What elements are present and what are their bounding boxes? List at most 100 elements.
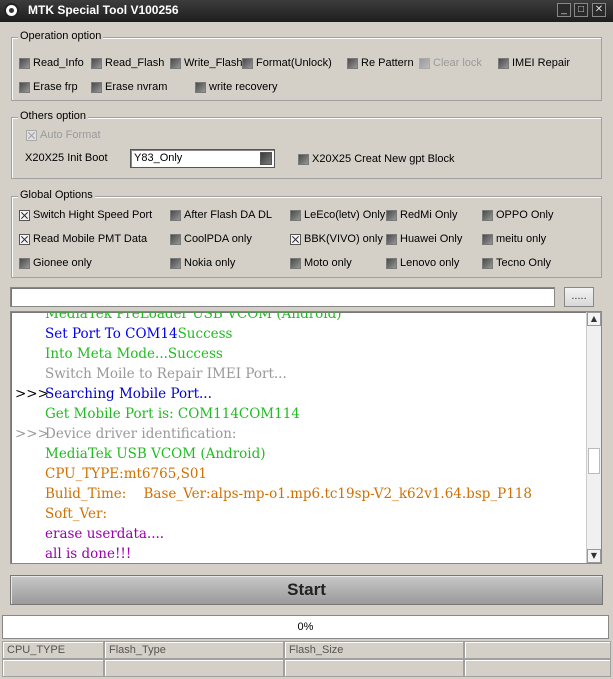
option-auto-format: Auto Format [26,128,101,142]
gionee-only-checkbox[interactable] [19,257,30,269]
option-re-pattern-lock[interactable]: Re Pattern lo [347,56,417,70]
log-text: CPU_TYPE:mt6765,S01 [45,466,208,482]
option-read-flash[interactable]: Read_Flash [91,56,164,70]
log-text: MediaTek USB VCOM (Android) [45,446,266,462]
scroll-thumb[interactable] [588,448,600,474]
redmi-only-checkbox[interactable] [386,209,397,221]
browse-button[interactable]: ..... [564,287,594,307]
option-label: Erase nvram [105,81,168,93]
option-label: Huawei Only [400,233,463,245]
option-label: Clear lock [433,57,482,69]
option-read-info[interactable]: Read_Info [19,56,84,70]
option-label: Write_Flash [184,57,243,69]
scroll-up-arrow-icon[interactable]: ▲ [587,312,601,326]
log-line: >>>Device driver identification: [15,424,237,444]
start-button[interactable]: Start [10,575,603,605]
meitu-only-checkbox[interactable] [482,233,493,245]
log-line: Soft_Ver: [15,504,107,524]
re-pattern-lock-checkbox[interactable] [347,57,358,69]
creat-gpt-checkbox[interactable] [298,153,309,165]
option-meitu-only[interactable]: meitu only [482,232,546,246]
after-flash-da-dl-checkbox[interactable] [170,209,181,221]
option-read-mobile-pmt-data[interactable]: Read Mobile PMT Data [19,232,147,246]
progress-label: 0% [297,621,314,633]
tecno-only-checkbox[interactable] [482,257,493,269]
erase-nvram-checkbox[interactable] [91,81,102,93]
option-label: Erase frp [33,81,78,93]
format-unlock-checkbox[interactable] [242,57,253,69]
log-scrollbar[interactable]: ▲ ▼ [586,312,601,563]
clear-lock-checkbox [419,57,430,69]
maximize-button[interactable]: □ [574,3,588,17]
dropdown-arrow-icon[interactable] [260,152,272,165]
app-icon [4,3,19,18]
coolpda-only-checkbox[interactable] [170,233,181,245]
option-imei-repair[interactable]: IMEI Repair [498,56,570,70]
read-info-checkbox[interactable] [19,57,30,69]
erase-frp-checkbox[interactable] [19,81,30,93]
imei-repair-checkbox[interactable] [498,57,509,69]
progress-bar: 0% [2,615,609,639]
log-line: all is done!!! [15,544,132,563]
status-bar: CPU_TYPE Flash_Type Flash_Size [0,641,613,679]
option-leeco-only[interactable]: LeEco(letv) Only [290,208,385,222]
log-output[interactable]: MediaTek PreLoader USB VCOM (Android) Se… [10,311,602,564]
log-prefix: >>> [15,386,49,402]
log-text: MediaTek PreLoader USB VCOM (Android) [45,311,342,322]
minimize-button[interactable]: _ [557,3,571,17]
option-tecno-only[interactable]: Tecno Only [482,256,551,270]
window-title: MTK Special Tool V100256 [28,3,179,17]
title-bar: MTK Special Tool V100256 _ □ ✕ [0,0,613,22]
option-label: LeEco(letv) Only [304,209,386,221]
status-cell-5 [2,659,104,677]
lenovo-only-checkbox[interactable] [386,257,397,269]
option-label: X20X25 Creat New gpt Block [312,153,455,165]
moto-only-checkbox[interactable] [290,257,301,269]
file-path-input[interactable] [10,287,555,307]
log-text: Set Port To COM14 [45,326,178,342]
init-boot-select[interactable]: Y83_Only [130,149,275,168]
global-options-title: Global Options [18,189,95,201]
option-huawei-only[interactable]: Huawei Only [386,232,462,246]
close-button[interactable]: ✕ [592,3,606,17]
option-bbk-vivo-only[interactable]: BBK(VIVO) only [290,232,383,246]
option-gionee-only[interactable]: Gionee only [19,256,92,270]
option-label: Tecno Only [496,257,552,269]
option-write-recovery[interactable]: write recovery [195,80,277,94]
option-creat-gpt[interactable]: X20X25 Creat New gpt Block [298,152,454,166]
bbk-vivo-only-checkbox[interactable] [290,233,301,245]
init-boot-label: X20X25 Init Boot [25,152,108,164]
option-erase-frp[interactable]: Erase frp [19,80,78,94]
option-write-flash[interactable]: Write_Flash [170,56,242,70]
write-recovery-checkbox[interactable] [195,81,206,93]
status-cell-4 [464,641,611,659]
option-oppo-only[interactable]: OPPO Only [482,208,553,222]
read-mobile-pmt-data-checkbox[interactable] [19,233,30,245]
option-moto-only[interactable]: Moto only [290,256,352,270]
option-erase-nvram[interactable]: Erase nvram [91,80,167,94]
option-after-flash-da-dl[interactable]: After Flash DA DL [170,208,272,222]
option-lenovo-only[interactable]: Lenovo only [386,256,459,270]
option-format-unlock[interactable]: Format(Unlock) [242,56,332,70]
option-label: Moto only [304,257,352,269]
log-line: erase userdata.... [15,524,164,544]
status-flash-size: Flash_Size [284,641,464,659]
switch-high-speed-port-checkbox[interactable] [19,209,30,221]
option-coolpda-only[interactable]: CoolPDA only [170,232,252,246]
option-switch-high-speed-port[interactable]: Switch Hight Speed Port [19,208,152,222]
write-flash-checkbox[interactable] [170,57,181,69]
option-redmi-only[interactable]: RedMi Only [386,208,457,222]
log-line: Bulid_Time: Base_Ver:alps-mp-o1.mp6.tc19… [15,484,532,504]
option-label: BBK(VIVO) only [304,233,383,245]
oppo-only-checkbox[interactable] [482,209,493,221]
nokia-only-checkbox[interactable] [170,257,181,269]
log-text: all is done!!! [45,546,132,562]
log-line: MediaTek PreLoader USB VCOM (Android) [15,311,342,324]
leeco-only-checkbox[interactable] [290,209,301,221]
option-label: Switch Hight Speed Port [33,209,153,221]
huawei-only-checkbox[interactable] [386,233,397,245]
read-flash-checkbox[interactable] [91,57,102,69]
auto-format-checkbox [26,129,37,141]
option-nokia-only[interactable]: Nokia only [170,256,235,270]
scroll-down-arrow-icon[interactable]: ▼ [587,549,601,563]
